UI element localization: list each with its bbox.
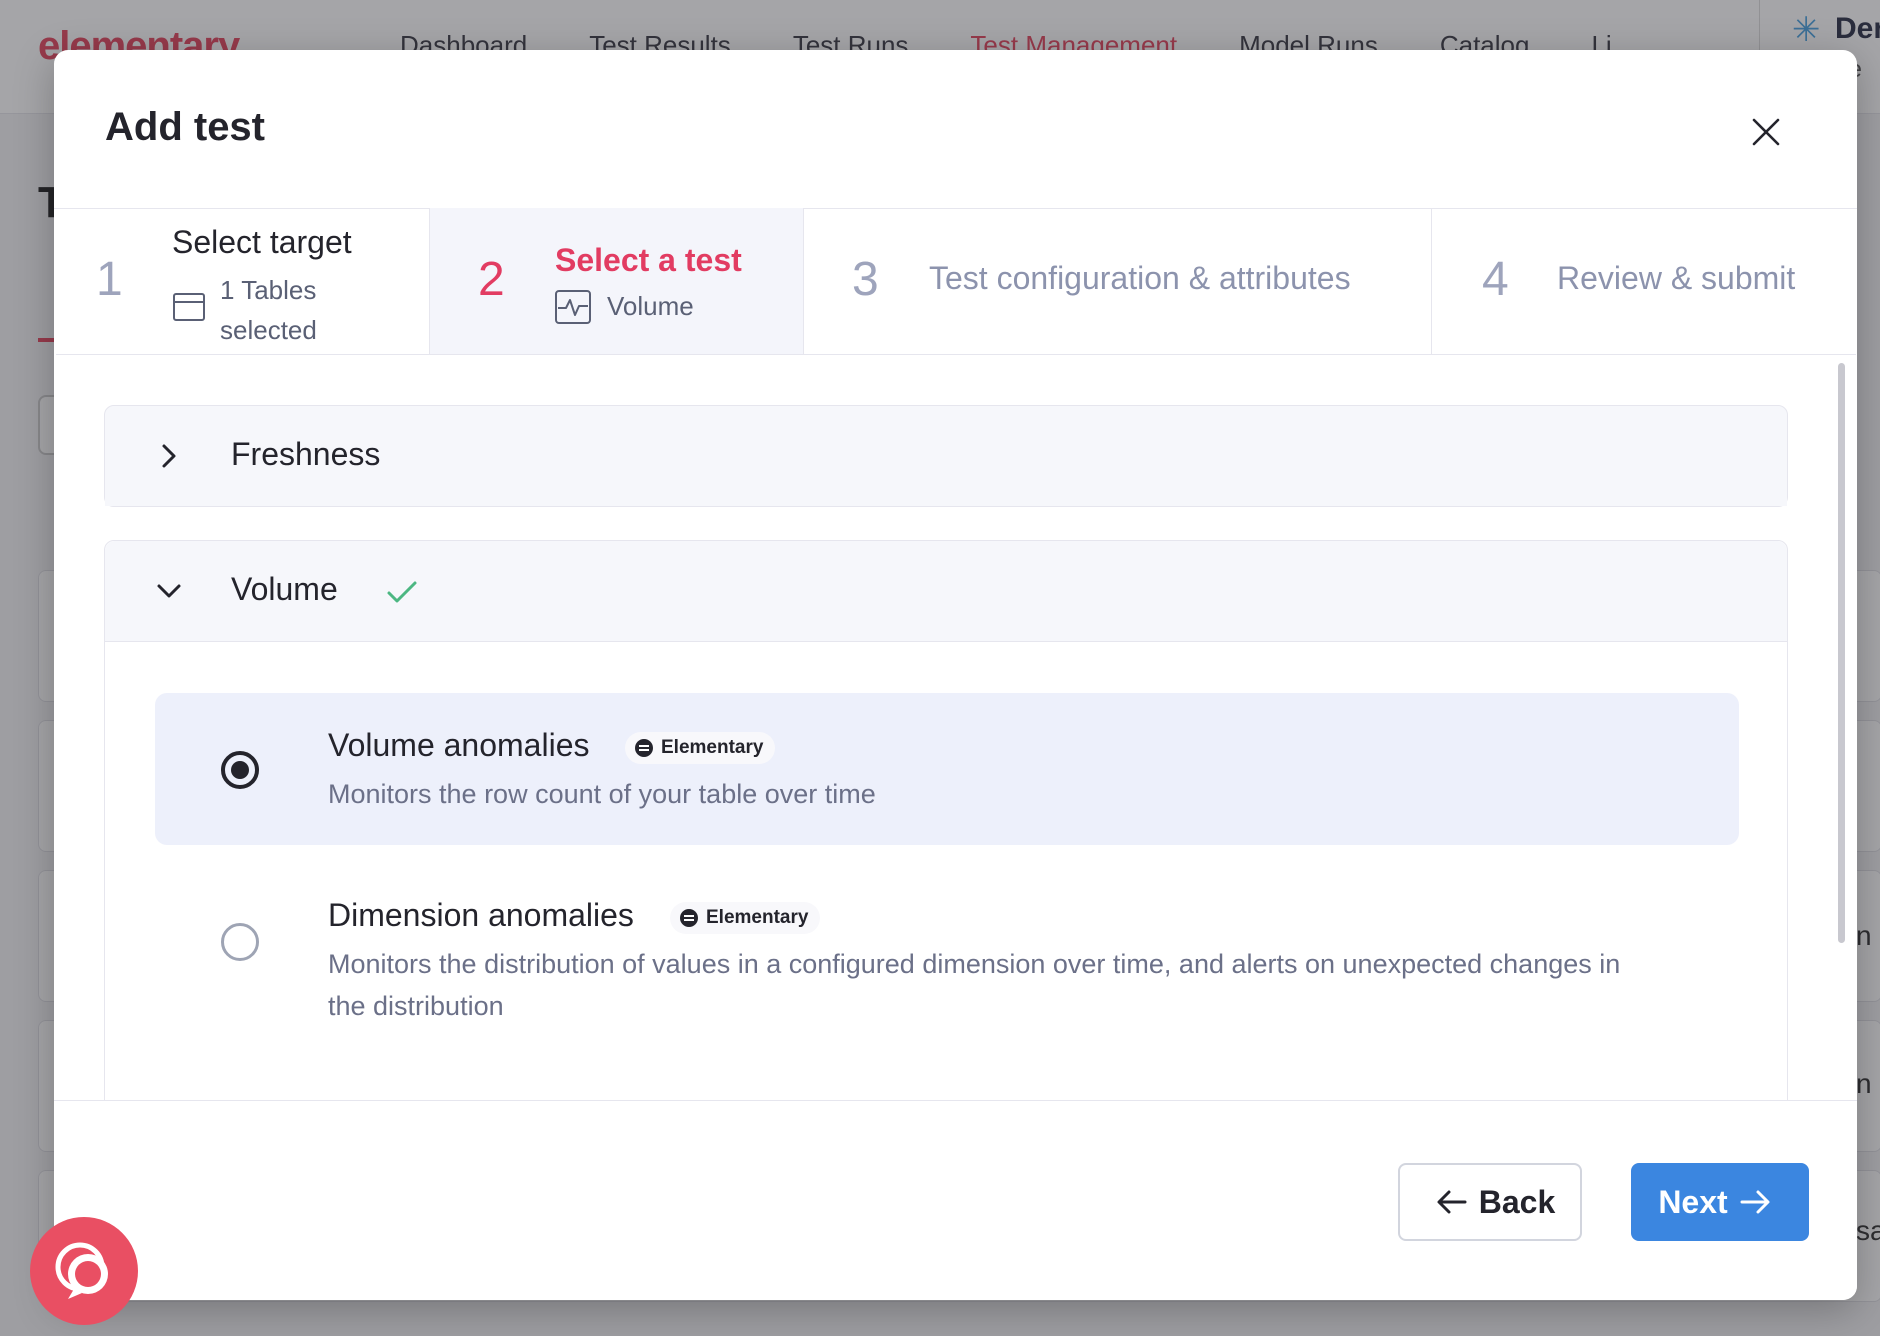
step-label: Review & submit xyxy=(1557,260,1796,296)
step-test-configuration[interactable]: 3 Test configuration & attributes xyxy=(804,208,1432,354)
option-description: Monitors the distribution of values in a… xyxy=(328,949,1621,1021)
option-title: Volume anomalies xyxy=(328,727,590,763)
next-button-label: Next xyxy=(1658,1183,1728,1220)
step-label: Test configuration & attributes xyxy=(929,260,1351,296)
wizard-stepper: 1 Select target 1 Tables selected 2 Sele… xyxy=(56,208,1856,355)
close-button[interactable] xyxy=(1744,110,1788,154)
section-title: Freshness xyxy=(231,436,381,472)
volume-section: Volume Volume anomalies Elementary Monit… xyxy=(104,540,1788,1100)
chevron-down-icon xyxy=(157,584,181,598)
option-volume-anomalies[interactable]: Volume anomalies Elementary Monitors the… xyxy=(155,693,1739,845)
elementary-logo-icon xyxy=(635,739,653,757)
step-review-submit[interactable]: 4 Review & submit xyxy=(1432,208,1856,354)
step-label: Select a test xyxy=(555,242,742,278)
modal-header: Add test xyxy=(54,50,1857,209)
freshness-section-header[interactable]: Freshness xyxy=(105,406,1787,506)
check-icon xyxy=(387,581,417,603)
back-button-label: Back xyxy=(1478,1183,1556,1220)
option-dimension-anomalies[interactable]: Dimension anomalies Elementary Monitors … xyxy=(155,863,1739,1023)
step-number: 4 xyxy=(1482,253,1509,306)
radio-button-unselected[interactable] xyxy=(221,923,259,961)
chat-widget-button[interactable] xyxy=(30,1217,138,1325)
modal-footer: Back Next xyxy=(54,1100,1857,1300)
test-selection-content: Freshness Volume Volume anomalies Elemen… xyxy=(54,355,1857,1100)
step-sublabel: Volume xyxy=(607,291,694,321)
badge-label: Elementary xyxy=(661,737,764,758)
option-description: Monitors the row count of your table ove… xyxy=(328,779,876,809)
badge-label: Elementary xyxy=(706,907,809,928)
elementary-badge: Elementary xyxy=(670,902,821,934)
arrow-left-icon xyxy=(1437,1190,1467,1214)
step-number: 2 xyxy=(478,253,505,306)
table-icon xyxy=(173,293,205,321)
chevron-right-icon xyxy=(162,444,176,468)
freshness-section: Freshness xyxy=(104,405,1788,507)
step-select-a-test[interactable]: 2 Select a test Volume xyxy=(430,208,804,354)
step-label: Select target xyxy=(172,224,352,260)
elementary-logo-icon xyxy=(680,909,698,927)
add-test-modal: Add test 1 Select target 1 Tables select… xyxy=(54,50,1857,1300)
step-number: 1 xyxy=(96,253,123,306)
back-button[interactable]: Back xyxy=(1398,1163,1582,1241)
scrollbar-thumb[interactable] xyxy=(1838,363,1845,943)
volume-chart-icon xyxy=(555,290,591,324)
volume-section-header[interactable]: Volume xyxy=(105,541,1787,642)
section-title: Volume xyxy=(231,571,338,607)
elementary-badge: Elementary xyxy=(625,732,776,764)
close-icon xyxy=(1752,118,1780,146)
arrow-right-icon xyxy=(1740,1190,1770,1214)
step-select-target[interactable]: 1 Select target 1 Tables selected xyxy=(56,208,430,354)
step-sublabel: 1 Tables selected xyxy=(220,275,317,345)
next-button[interactable]: Next xyxy=(1631,1163,1809,1241)
modal-title: Add test xyxy=(105,105,265,149)
radio-button-selected[interactable] xyxy=(221,751,259,789)
option-title: Dimension anomalies xyxy=(328,897,634,933)
chat-bubble-icon xyxy=(55,1242,108,1299)
step-number: 3 xyxy=(852,253,879,306)
